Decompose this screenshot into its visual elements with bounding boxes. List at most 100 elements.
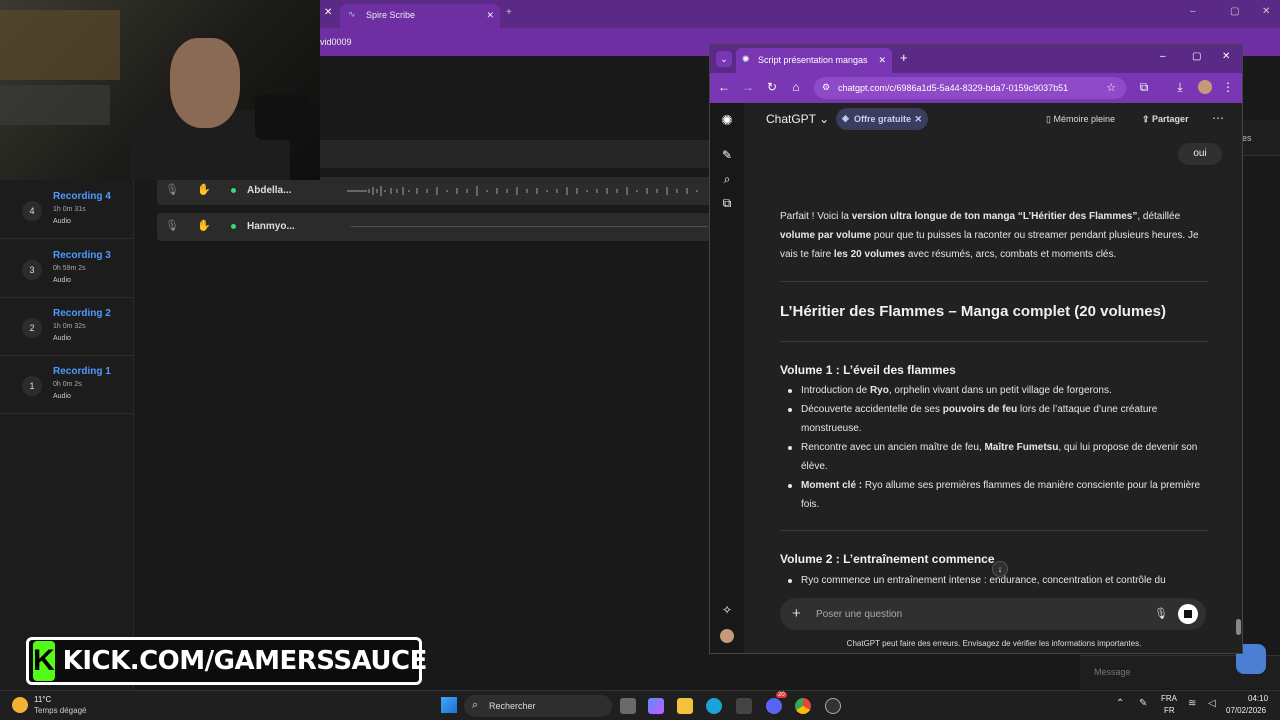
store-icon[interactable] (736, 698, 752, 714)
chatgpt-tab-title: Script présentation mangas (758, 55, 868, 65)
download-icon[interactable]: ⤓ (1172, 80, 1188, 95)
edge-icon[interactable] (706, 698, 722, 714)
obs-icon[interactable] (825, 698, 841, 714)
bookmark-star-icon[interactable]: ☆ (1106, 81, 1116, 94)
background-url[interactable]: vid0009 (320, 37, 352, 47)
list-item: Introduction de Ryo, orphelin vivant dan… (780, 381, 1210, 400)
speaker-status-dot (231, 188, 236, 193)
recording-type: Audio (53, 335, 71, 342)
minimize-icon[interactable]: – (1160, 51, 1166, 62)
chatgpt-addressbar: ← → ↻ ⌂ ⚙ chatgpt.com/c/6986a1d5-5a44-83… (710, 73, 1242, 103)
kick-logo-icon: K (33, 641, 55, 681)
clock-time[interactable]: 04:10 (1248, 694, 1268, 703)
url-field[interactable]: ⚙ chatgpt.com/c/6986a1d5-5a44-8329-bda7-… (814, 77, 1126, 99)
weather-desc[interactable]: Temps dégagé (34, 706, 86, 715)
language-code[interactable]: FRA (1161, 694, 1177, 703)
item-bold: Maître Fumetsu (984, 442, 1059, 453)
prompt-input[interactable]: Poser une question (816, 609, 902, 620)
right-panel-label: es (1242, 133, 1252, 143)
notification-badge: 20 (776, 692, 787, 698)
clock-date[interactable]: 07/02/2026 (1226, 706, 1266, 715)
recording-number: 4 (22, 201, 42, 221)
background-tab[interactable]: ∿ Spire Scribe ✕ (340, 4, 500, 28)
search-icon: ⌕ (472, 699, 479, 711)
tab-close-icon[interactable]: ✕ (486, 10, 494, 21)
more-options-icon[interactable]: ⋯ (1212, 111, 1224, 125)
windows-start-icon[interactable] (441, 697, 457, 713)
hand-icon[interactable]: ✋ (197, 219, 211, 233)
wifi-icon[interactable]: ≋ (1188, 698, 1196, 709)
new-tab-icon[interactable]: + (900, 50, 908, 65)
recording-item[interactable]: 2 Recording 2 1h 0m 32s Audio (0, 298, 134, 356)
tab-list-icon[interactable]: ⌄ (716, 51, 732, 67)
menu-dots-icon[interactable]: ⋮ (1220, 80, 1236, 94)
divider (780, 341, 1208, 342)
microphone-icon[interactable]: 🎙 (165, 219, 179, 233)
stop-button[interactable] (1178, 604, 1198, 624)
recording-item[interactable]: 4 Recording 4 1h 0m 31s Audio (0, 181, 134, 239)
tray-chevron-icon[interactable]: ⌃ (1116, 698, 1124, 709)
microphone-icon[interactable]: 🎙 (1154, 607, 1168, 620)
search-label: Rechercher (489, 701, 536, 711)
openai-logo-icon[interactable]: ✺ (719, 112, 735, 129)
recording-item[interactable]: 3 Recording 3 0h 59m 2s Audio (0, 240, 134, 298)
close-tab-icon[interactable]: ✕ (324, 7, 332, 18)
composer[interactable]: + Poser une question 🎙 (780, 598, 1206, 630)
bookshelf (0, 10, 120, 80)
scrollbar-thumb[interactable] (1236, 619, 1241, 635)
library-icon[interactable]: ⧉ (719, 196, 735, 211)
speaker-row[interactable]: 🎙 ✋ Abdella... (157, 177, 712, 205)
copilot-icon[interactable] (648, 698, 664, 714)
item-text: Découverte accidentelle de ses (801, 404, 943, 415)
offer-close-icon[interactable]: ✕ (914, 114, 922, 125)
divider (780, 530, 1208, 531)
share-button[interactable]: ⇪ Partager (1142, 114, 1189, 125)
profile-avatar[interactable] (1198, 80, 1212, 94)
add-attachment-icon[interactable]: + (792, 605, 801, 622)
pen-icon[interactable]: ✎ (1139, 698, 1147, 709)
minimize-icon[interactable]: – (1190, 6, 1196, 17)
sparkle-icon[interactable]: ✧ (719, 603, 735, 617)
model-selector[interactable]: ChatGPT ⌄ (766, 112, 829, 126)
list-item: Rencontre avec un ancien maître de feu, … (780, 438, 1210, 476)
extensions-icon[interactable]: ⧉ (1136, 80, 1152, 95)
url-text: chatgpt.com/c/6986a1d5-5a44-8329-bda7-01… (838, 83, 1069, 93)
chat-thread: oui Parfait ! Voici la version ultra lon… (744, 135, 1240, 597)
scroll-down-icon[interactable]: ↓ (992, 561, 1008, 577)
close-window-icon[interactable]: ✕ (1262, 6, 1270, 17)
back-icon[interactable]: ← (716, 80, 732, 94)
weather-temp[interactable]: 11°C (34, 695, 51, 704)
home-icon[interactable]: ⌂ (788, 80, 804, 94)
site-info-icon[interactable]: ⚙ (822, 82, 830, 93)
chatgpt-tab[interactable]: ✺ Script présentation mangas ✕ (736, 48, 892, 73)
weather-moon-icon[interactable] (12, 697, 28, 713)
keyboard-layout[interactable]: FR (1164, 706, 1175, 715)
maximize-icon[interactable]: ▢ (1192, 51, 1201, 62)
maximize-icon[interactable]: ▢ (1230, 6, 1239, 17)
microphone-icon[interactable]: 🎙 (165, 183, 179, 197)
forward-icon[interactable]: → (740, 80, 756, 94)
volume-icon[interactable]: ◁ (1208, 698, 1216, 709)
recording-title: Recording 4 (53, 191, 111, 202)
reload-icon[interactable]: ↻ (764, 80, 780, 94)
flat-waveform (351, 226, 707, 227)
task-view-icon[interactable] (620, 698, 636, 714)
new-chat-icon[interactable]: ✎ (719, 148, 735, 162)
recording-type: Audio (53, 277, 71, 284)
user-avatar[interactable] (720, 629, 734, 643)
close-window-icon[interactable]: ✕ (1222, 51, 1230, 62)
file-explorer-icon[interactable] (677, 698, 693, 714)
speaker-row[interactable]: 🎙 ✋ Hanmyo... (157, 213, 712, 241)
tab-close-icon[interactable]: ✕ (878, 55, 886, 66)
search-icon[interactable]: ⌕ (719, 172, 735, 187)
memory-full-indicator[interactable]: ▯ Mémoire pleine (1046, 114, 1115, 125)
hand-icon[interactable]: ✋ (197, 183, 211, 197)
chrome-icon[interactable] (795, 698, 811, 714)
waveform (347, 186, 698, 196)
message-input[interactable]: Message (1094, 667, 1131, 677)
free-offer-badge[interactable]: ◈ Offre gratuite ✕ (836, 108, 928, 130)
discord-icon[interactable] (766, 698, 782, 714)
taskbar-search[interactable]: ⌕ Rechercher (464, 695, 612, 717)
recording-item[interactable]: 1 Recording 1 0h 0m 2s Audio (0, 356, 134, 414)
new-tab-icon[interactable]: + (506, 7, 512, 18)
